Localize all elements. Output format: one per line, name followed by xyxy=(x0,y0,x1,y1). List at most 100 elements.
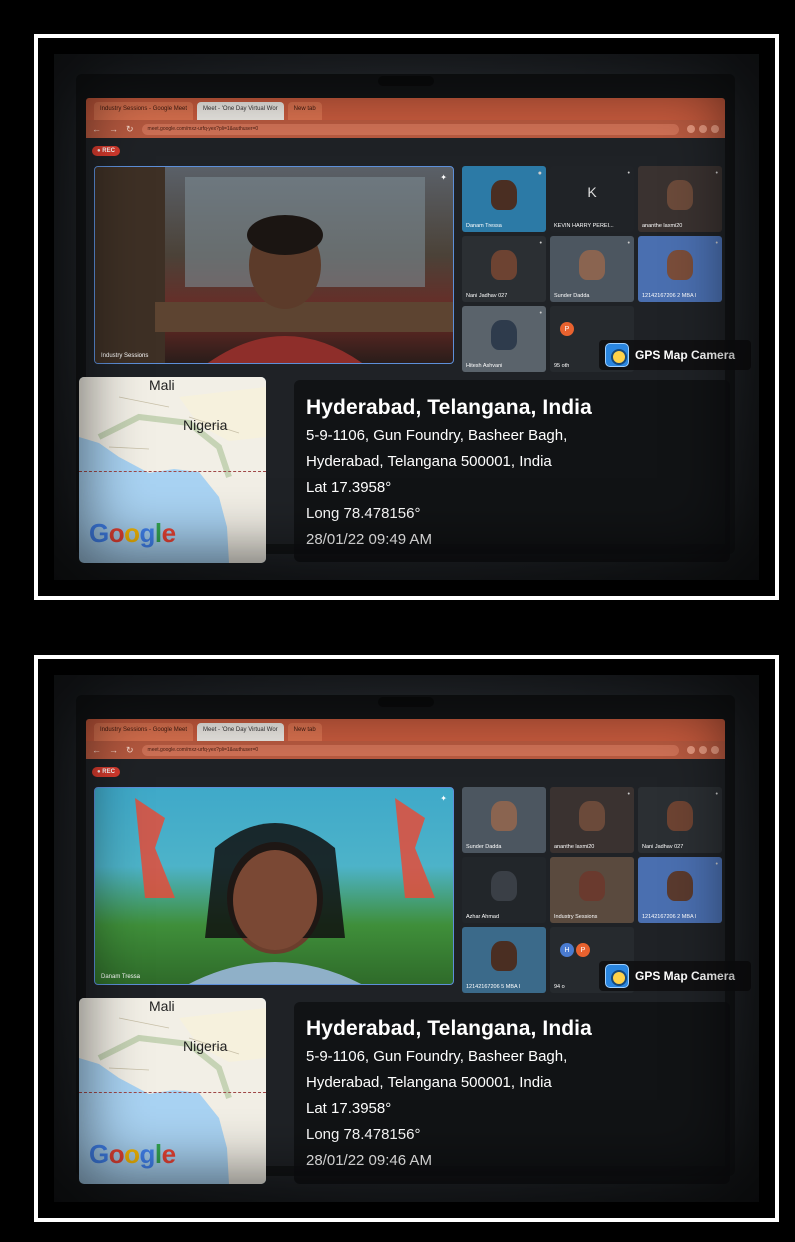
participant-tile[interactable]: • Sunder Dadda xyxy=(550,236,634,302)
browser-tab[interactable]: Industry Sessions - Google Meet xyxy=(94,102,194,120)
participant-video xyxy=(579,250,605,280)
url-input[interactable]: meet.google.com/mxz-urfq-yex?pli=1&authu… xyxy=(141,744,679,756)
profile-icon[interactable] xyxy=(711,125,719,133)
browser-tab-strip: Industry Sessions - Google Meet Meet - '… xyxy=(86,98,725,120)
browser-tab[interactable]: Meet - 'One Day Virtual Wor xyxy=(197,102,284,120)
gps-map-camera-icon xyxy=(605,343,629,367)
participant-name: 12142167206 2 MBA I xyxy=(642,293,697,299)
participant-tile[interactable]: • 12142167206 2 MBA I xyxy=(638,236,722,302)
address-line: 5-9-1106, Gun Foundry, Basheer Bagh, xyxy=(306,427,568,444)
participant-name: Sunder Dadda xyxy=(466,844,502,850)
map-label-mali: Mali xyxy=(149,377,175,393)
map-thumbnail: Mali Nigeria Google xyxy=(79,377,266,563)
gps-brand-badge: GPS Map Camera xyxy=(599,340,751,370)
participant-tile[interactable]: K • KEVIN HARRY PEREI... xyxy=(550,166,634,232)
participant-tile[interactable]: • 12142167206 2 MBA I xyxy=(638,857,722,923)
map-thumbnail: Mali Nigeria Google xyxy=(79,998,266,1184)
participant-chip: H xyxy=(560,943,574,957)
participant-tile[interactable]: • Hitesh Ashvani xyxy=(462,306,546,372)
participant-video xyxy=(667,180,693,210)
recording-badge: ● REC xyxy=(92,146,120,156)
mic-off-icon: • xyxy=(539,240,542,247)
participant-chips: H P xyxy=(560,943,590,957)
timestamp: 28/01/22 09:46 AM xyxy=(306,1152,432,1169)
participant-name: Azhar Ahmad xyxy=(466,914,500,920)
participant-tile[interactable]: Azhar Ahmad xyxy=(462,857,546,923)
map-label-nigeria: Nigeria xyxy=(183,1038,228,1054)
participant-tile[interactable]: Sunder Dadda xyxy=(462,787,546,853)
reload-icon[interactable]: ↻ xyxy=(126,124,134,135)
participant-tile[interactable]: 12142167206 5 MBA I xyxy=(462,927,546,993)
gps-map-camera-icon xyxy=(605,964,629,988)
location-title: Hyderabad, Telangana, India xyxy=(306,396,592,419)
extension-icon[interactable] xyxy=(699,746,707,754)
extension-icon[interactable] xyxy=(687,746,695,754)
participant-tile[interactable]: • Nani Jadhav 027 xyxy=(462,236,546,302)
speaker-name: Industry Sessions xyxy=(101,353,149,359)
mic-off-icon: • xyxy=(715,861,718,868)
participant-video xyxy=(491,320,517,350)
participant-tile[interactable]: Industry Sessions xyxy=(550,857,634,923)
participant-video xyxy=(491,180,517,210)
participant-video xyxy=(667,871,693,901)
speaker-name: Danam Tressa xyxy=(101,974,141,980)
main-speaker-tile[interactable]: Danam Tressa ✦ xyxy=(94,787,454,985)
browser-tab-strip: Industry Sessions - Google Meet Meet - '… xyxy=(86,719,725,741)
participant-video xyxy=(667,250,693,280)
map-label-nigeria: Nigeria xyxy=(183,417,228,433)
recording-badge: ● REC xyxy=(92,767,120,777)
back-icon[interactable]: ← xyxy=(92,124,101,134)
participant-video xyxy=(579,871,605,901)
participant-video xyxy=(491,801,517,831)
google-logo: Google xyxy=(89,1139,176,1169)
google-logo: Google xyxy=(89,518,176,548)
mic-off-icon: • xyxy=(627,240,630,247)
recording-label: REC xyxy=(102,769,115,775)
photo-frame: Industry Sessions - Google Meet Meet - '… xyxy=(34,655,779,1222)
address-bar: ← → ↻ meet.google.com/mxz-urfq-yex?pli=1… xyxy=(86,741,725,759)
browser-tab[interactable]: Meet - 'One Day Virtual Wor xyxy=(197,723,284,741)
browser-tab[interactable]: Industry Sessions - Google Meet xyxy=(94,723,194,741)
mic-off-icon: • xyxy=(715,240,718,247)
back-icon[interactable]: ← xyxy=(92,745,101,755)
browser-toolbar xyxy=(687,125,719,133)
browser-toolbar xyxy=(687,746,719,754)
main-speaker-tile[interactable]: Industry Sessions ✦ xyxy=(94,166,454,364)
participant-initial: K xyxy=(587,184,597,200)
participant-tile[interactable]: • Nani Jadhav 027 xyxy=(638,787,722,853)
pin-icon[interactable]: ✦ xyxy=(440,173,447,182)
participant-tile[interactable]: ● Danam Tressa xyxy=(462,166,546,232)
longitude: Long 78.478156° xyxy=(306,1126,421,1143)
pin-icon[interactable]: ✦ xyxy=(440,794,447,803)
gps-brand-label: GPS Map Camera xyxy=(635,969,736,983)
participant-tile[interactable]: • ananthe laxmi20 xyxy=(550,787,634,853)
extension-icon[interactable] xyxy=(687,125,695,133)
url-input[interactable]: meet.google.com/mxz-urfq-yex?pli=1&authu… xyxy=(141,123,679,135)
participant-name: ananthe laxmi20 xyxy=(642,223,683,229)
participant-name: Sunder Dadda xyxy=(554,293,590,299)
location-title: Hyderabad, Telangana, India xyxy=(306,1017,592,1040)
participant-video xyxy=(491,871,517,901)
extension-icon[interactable] xyxy=(699,125,707,133)
participant-name: KEVIN HARRY PEREI... xyxy=(554,223,614,229)
browser-tab[interactable]: New tab xyxy=(287,102,322,120)
participant-video xyxy=(491,250,517,280)
participant-name: Danam Tressa xyxy=(466,223,502,229)
gps-brand-badge: GPS Map Camera xyxy=(599,961,751,991)
longitude: Long 78.478156° xyxy=(306,505,421,522)
timestamp: 28/01/22 09:49 AM xyxy=(306,531,432,548)
participant-name: 12142167206 5 MBA I xyxy=(466,984,521,990)
participant-video xyxy=(667,801,693,831)
photo-frame: Industry Sessions - Google Meet Meet - '… xyxy=(34,34,779,600)
participant-tile[interactable]: • ananthe laxmi20 xyxy=(638,166,722,232)
latitude: Lat 17.3958° xyxy=(306,479,392,496)
browser-tab[interactable]: New tab xyxy=(287,723,322,741)
address-bar: ← → ↻ meet.google.com/mxz-urfq-yex?pli=1… xyxy=(86,120,725,138)
screen-photo: Industry Sessions - Google Meet Meet - '… xyxy=(54,675,759,1202)
reload-icon[interactable]: ↻ xyxy=(126,745,134,756)
participant-chip: P xyxy=(576,943,590,957)
profile-icon[interactable] xyxy=(711,746,719,754)
forward-icon[interactable]: → xyxy=(109,745,118,755)
latitude: Lat 17.3958° xyxy=(306,1100,392,1117)
forward-icon[interactable]: → xyxy=(109,124,118,134)
